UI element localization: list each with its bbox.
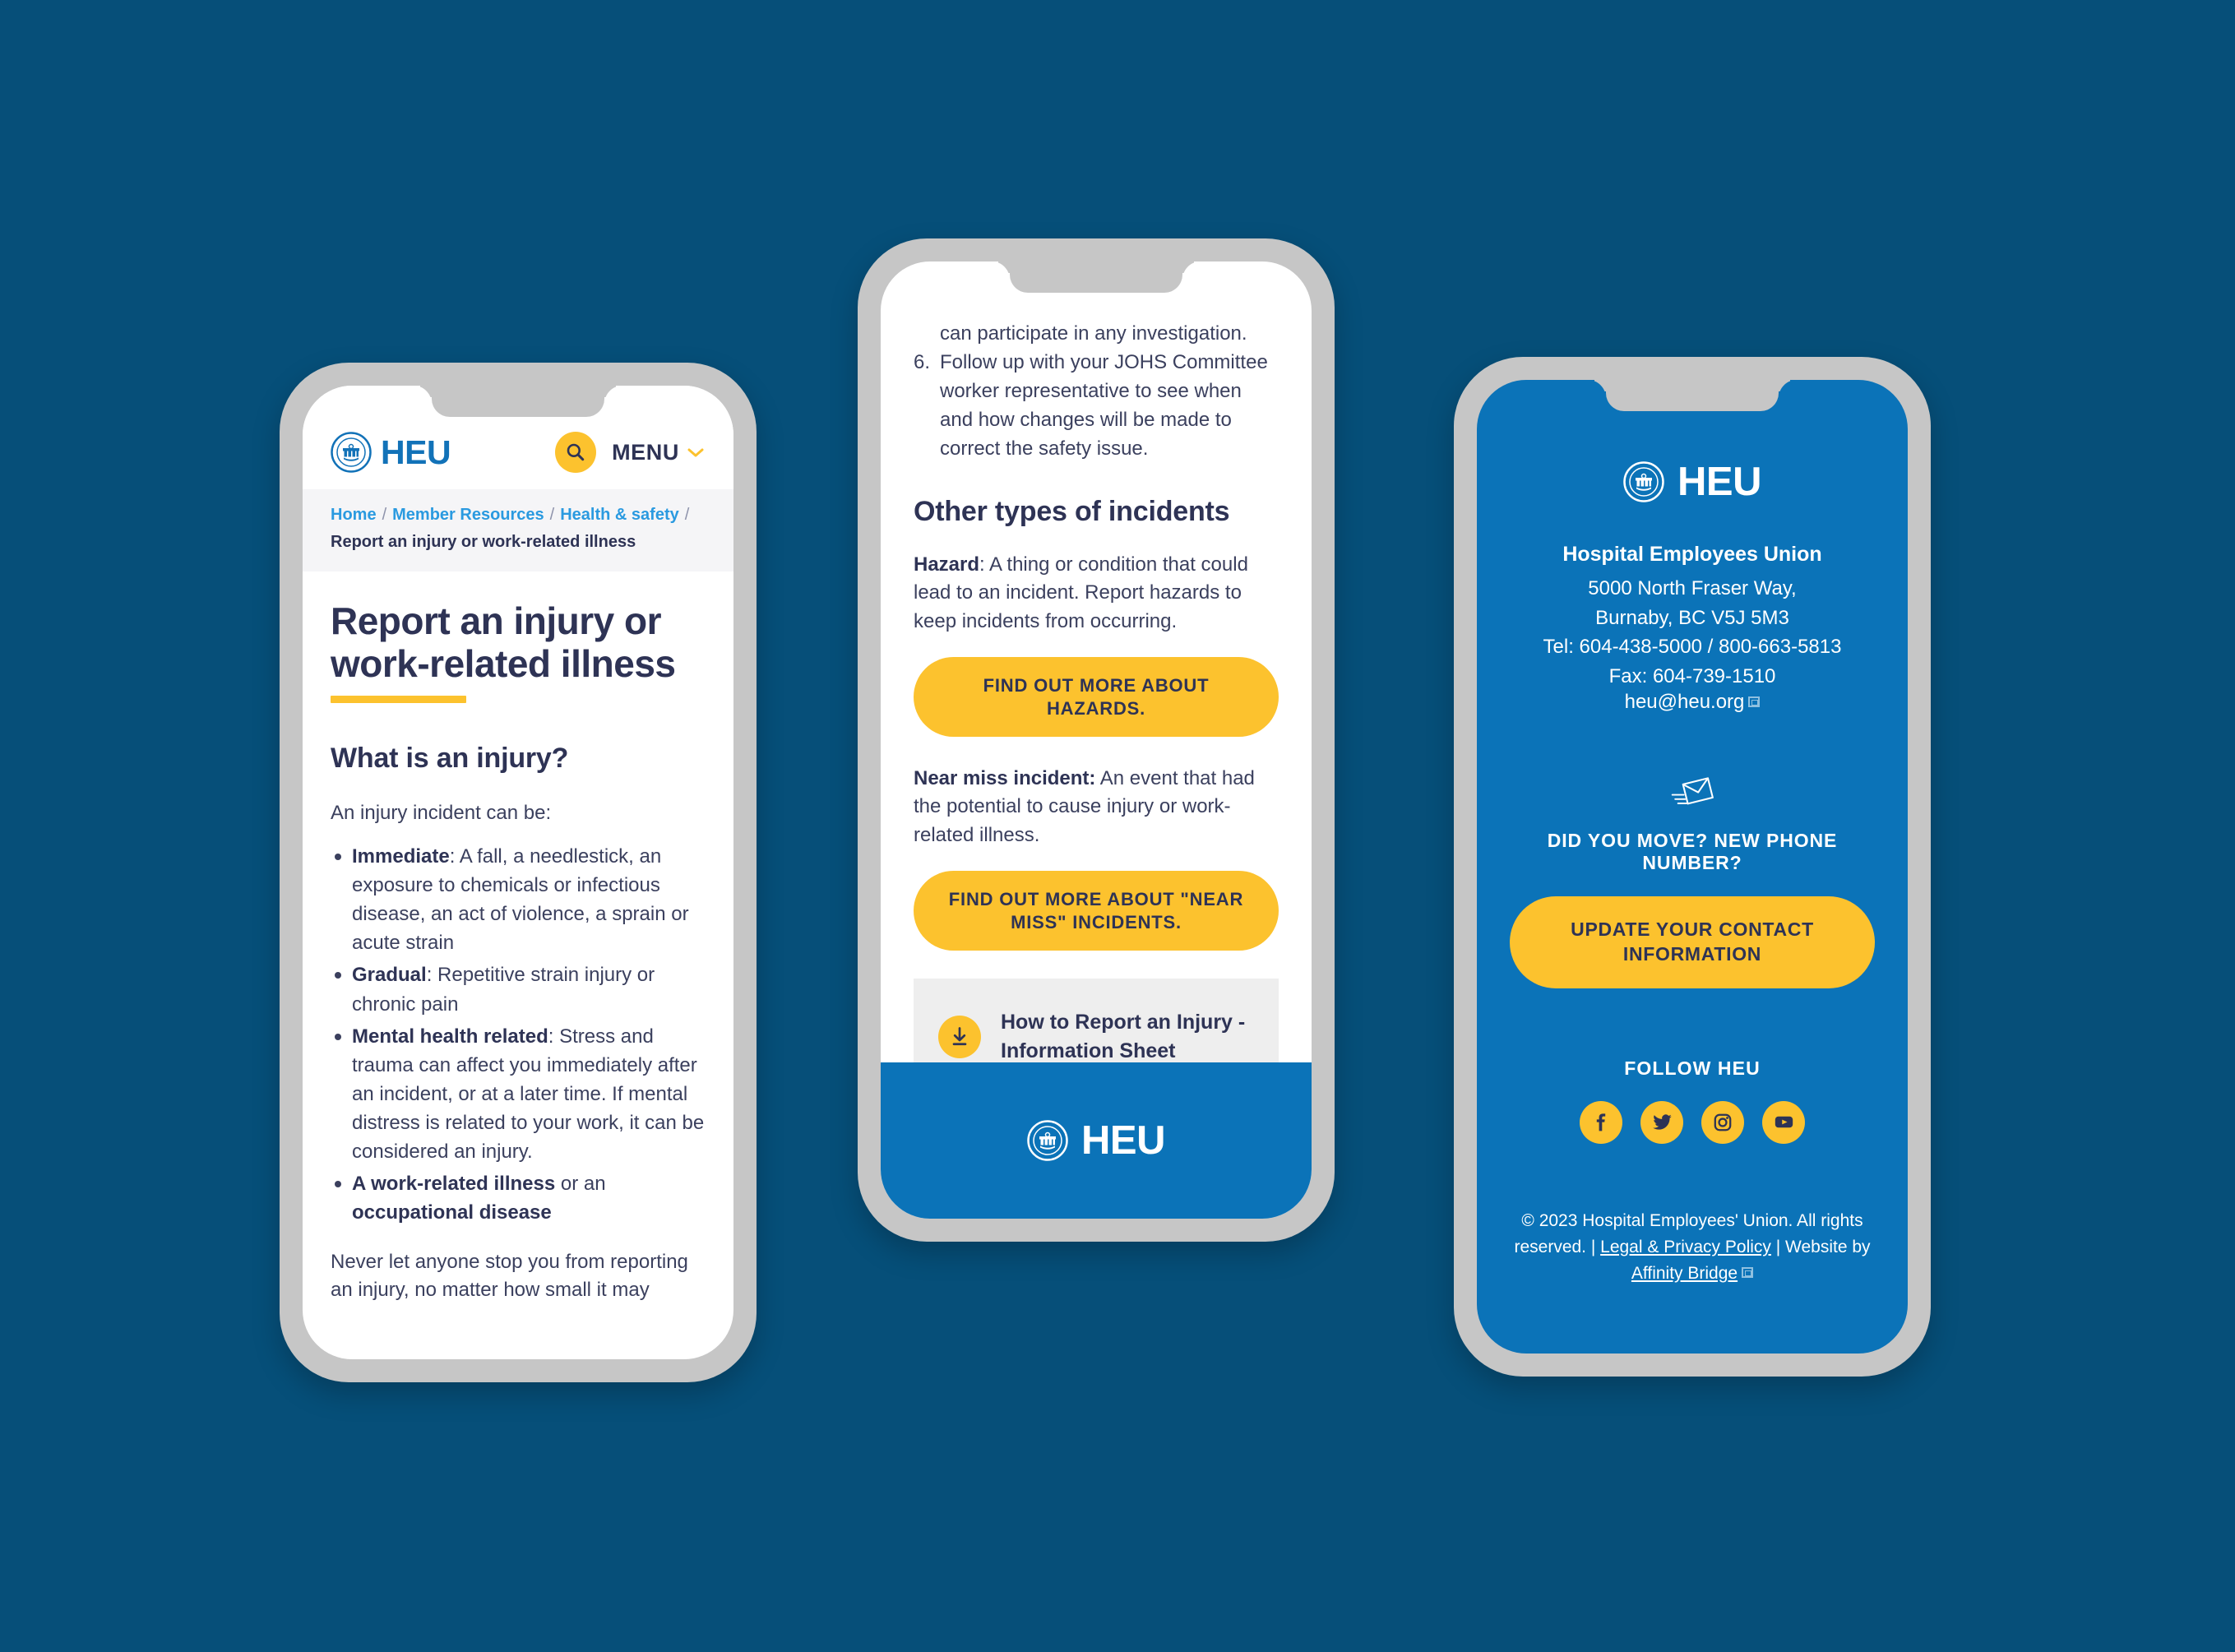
phone-mockup-1: HEU MENU Home / Member Resources / Healt…	[280, 363, 757, 1382]
update-contact-information-button[interactable]: UPDATE YOUR CONTACT INFORMATION	[1510, 896, 1875, 988]
list-item-lead: Gradual	[352, 964, 427, 987]
breadcrumb-separator: /	[382, 506, 387, 524]
chevron-down-icon	[687, 448, 704, 457]
list-item-lead: A work-related illness	[352, 1172, 556, 1195]
phone-2-notch	[1010, 261, 1182, 293]
title-underline	[331, 696, 466, 704]
email-link[interactable]: heu@heu.org	[1625, 691, 1745, 713]
breadcrumb: Home / Member Resources / Health & safety / R…	[303, 489, 733, 571]
move-prompt: DID YOU MOVE? NEW PHONE NUMBER?	[1547, 830, 1838, 874]
heu-logo[interactable]: HEU	[1510, 459, 1875, 505]
intro-paragraph: An injury incident can be:	[331, 802, 552, 825]
address-line-2: Burnaby, BC V5J 5M3	[1595, 606, 1789, 629]
breadcrumb-separator: /	[684, 506, 690, 524]
phone-3-notch	[1606, 380, 1779, 411]
site-footer: HEU Hospital Employees Union 5000 North …	[1477, 380, 1908, 1287]
step-number: 6.	[914, 351, 931, 374]
near-miss-paragraph: Near miss incident: An event that had th…	[914, 765, 1279, 849]
heu-wordmark: HEU	[381, 433, 451, 471]
twitter-link[interactable]	[1640, 1100, 1683, 1144]
envelope-icon	[1671, 777, 1714, 805]
trailing-paragraph: Never let anyone stop you from reporting…	[331, 1250, 688, 1302]
copyright: © 2023 Hospital Employees' Union. All ri…	[1510, 1208, 1875, 1287]
breadcrumb-item-home[interactable]: Home	[331, 506, 377, 524]
page-content: Report an injury or work-related illness…	[303, 571, 733, 1304]
external-link-icon	[1748, 696, 1761, 708]
section-heading: Other types of incidents	[914, 496, 1230, 528]
facebook-link[interactable]	[1580, 1100, 1622, 1144]
youtube-link[interactable]	[1762, 1100, 1805, 1144]
instagram-icon	[1714, 1113, 1732, 1131]
follow-heading: FOLLOW HEU	[1624, 1057, 1761, 1079]
copyright-text-2: | Website by	[1770, 1237, 1871, 1256]
hazard-paragraph: Hazard: A thing or condition that could …	[914, 551, 1279, 636]
instagram-link[interactable]	[1701, 1100, 1744, 1144]
list-item: Mental health related: Stress and trauma…	[331, 1022, 706, 1166]
envelope-icon-wrap	[1510, 776, 1875, 813]
hazard-lead: Hazard	[914, 553, 980, 576]
external-link-icon	[1742, 1266, 1754, 1278]
list-item-lead-2: occupational disease	[352, 1201, 552, 1224]
list-item: 6. Follow up with your JOHS Committee wo…	[914, 348, 1279, 463]
heu-seal-icon	[1027, 1120, 1068, 1161]
heu-wordmark: HEU	[1081, 1118, 1165, 1163]
fax-line: Fax: 604-739-1510	[1608, 664, 1776, 687]
continued-line: can participate in any investigation.	[940, 322, 1247, 345]
find-out-more-near-miss-button[interactable]: FIND OUT MORE ABOUT "NEAR MISS" INCIDENT…	[914, 871, 1279, 951]
steps-list: 6. Follow up with your JOHS Committee wo…	[914, 348, 1279, 463]
find-out-more-hazards-button[interactable]: FIND OUT MORE ABOUT HAZARDS.	[914, 657, 1279, 738]
email-link-wrap[interactable]: heu@heu.org	[1510, 691, 1875, 714]
organization-name: Hospital Employees Union	[1562, 543, 1822, 566]
menu-label: MENU	[612, 439, 679, 465]
breadcrumb-item-health-safety[interactable]: Health & safety	[560, 506, 679, 524]
list-item-lead: Mental health related	[352, 1025, 548, 1048]
download-card-title: How to Report an Injury - Information Sh…	[1001, 1011, 1246, 1062]
near-miss-lead: Near miss incident:	[914, 767, 1096, 790]
heu-seal-icon	[331, 432, 372, 473]
search-icon	[567, 443, 585, 461]
step-text: Follow up with your JOHS Committee worke…	[940, 351, 1268, 460]
injury-type-list: Immediate: A fall, a needlestick, an exp…	[331, 842, 706, 1226]
phone-mockup-2: can participate in any investigation. 6.…	[858, 238, 1335, 1242]
section-heading: What is an injury?	[331, 743, 569, 775]
phone-1-notch	[432, 386, 604, 417]
heu-wordmark: HEU	[1677, 460, 1761, 504]
page-title: Report an injury or work-related illness	[331, 599, 676, 685]
list-item-rest: or an	[555, 1172, 606, 1195]
phone-3-screen: HEU Hospital Employees Union 5000 North …	[1477, 380, 1908, 1354]
phone-2-screen: can participate in any investigation. 6.…	[881, 261, 1312, 1219]
list-item: Gradual: Repetitive strain injury or chr…	[331, 960, 706, 1018]
list-item: Immediate: A fall, a needlestick, an exp…	[331, 842, 706, 957]
header-actions: MENU	[555, 432, 706, 473]
telephone-line: Tel: 604-438-5000 / 800-663-5813	[1543, 636, 1842, 659]
facebook-icon	[1596, 1113, 1606, 1131]
list-item: A work-related illness or an occupationa…	[331, 1169, 706, 1227]
download-icon	[952, 1026, 967, 1045]
address-line-1: 5000 North Fraser Way,	[1588, 577, 1797, 599]
menu-button[interactable]: MENU	[612, 440, 706, 465]
breadcrumb-separator: /	[549, 506, 555, 524]
affinity-bridge-link[interactable]: Affinity Bridge	[1631, 1264, 1738, 1283]
twitter-icon	[1652, 1114, 1672, 1130]
social-links	[1510, 1100, 1875, 1144]
phone-1-screen: HEU MENU Home / Member Resources / Healt…	[303, 386, 733, 1359]
download-icon-wrap	[938, 1015, 981, 1058]
site-footer-bar: HEU	[881, 1062, 1312, 1219]
list-item-lead: Immediate	[352, 845, 450, 868]
search-button[interactable]	[555, 432, 597, 473]
breadcrumb-current: Report an injury or work-related illness	[331, 533, 636, 551]
breadcrumb-item-member-resources[interactable]: Member Resources	[392, 506, 544, 524]
phone-mockup-3: HEU Hospital Employees Union 5000 North …	[1454, 357, 1931, 1377]
heu-logo[interactable]: HEU	[331, 432, 451, 473]
heu-seal-icon	[1623, 461, 1664, 502]
legal-privacy-policy-link[interactable]: Legal & Privacy Policy	[1600, 1238, 1771, 1256]
youtube-icon	[1775, 1117, 1793, 1128]
